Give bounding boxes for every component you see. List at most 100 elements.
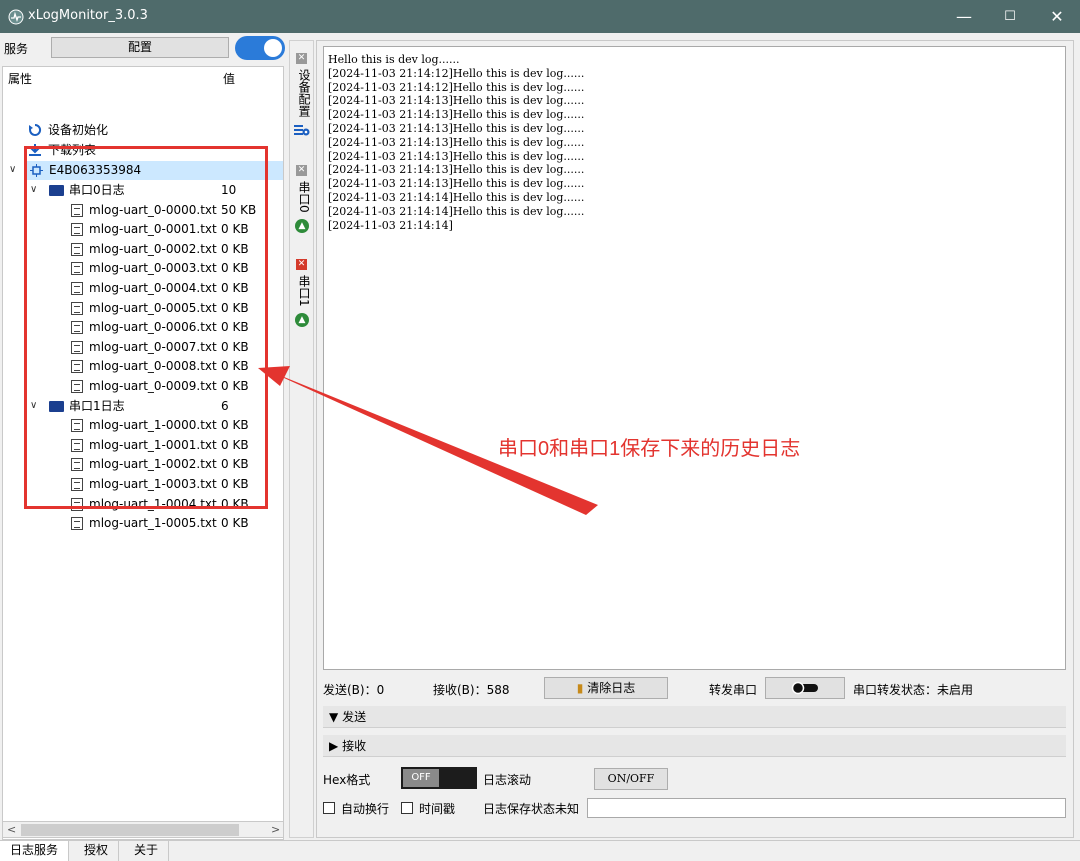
file-text-icon [71,282,83,295]
log-scroll-button[interactable]: ON/OFF [594,768,668,790]
file-name: mlog-uart_1-0001.txt [89,437,217,452]
app-logo-icon [8,9,24,25]
scroll-thumb[interactable] [21,824,239,836]
chevron-down-icon[interactable]: ∨ [9,164,16,175]
minimize-button[interactable]: — [941,0,987,33]
file-size: 0 KB [221,359,249,374]
file-text-icon [71,242,83,256]
tab-device-config[interactable]: ✕ 设备配置 [290,47,314,147]
send-section-header[interactable]: ▼ 发送 [323,706,1066,728]
tree-file-item[interactable]: mlog-uart_1-0004.txt 0 KB [3,495,283,514]
group-label: 串口1日志 [69,398,125,413]
tab-license[interactable]: 授权 [74,841,120,861]
tree-file-item[interactable]: mlog-uart_0-0002.txt 0 KB [3,240,283,259]
tab-uart1[interactable]: ✕ 串口1 ▲ [290,253,314,333]
timestamp-checkbox[interactable] [401,802,413,814]
toggle-knob [264,39,282,57]
log-line: [2024-11-03 21:14:14] [328,218,453,232]
tree-file-item[interactable]: mlog-uart_0-0005.txt 0 KB [3,299,283,318]
tree-file-item[interactable]: mlog-uart_0-0003.txt 0 KB [3,259,283,278]
save-path-field[interactable] [587,798,1066,818]
tab-log-service[interactable]: 日志服务 [0,841,70,861]
file-text-icon [71,517,83,531]
file-size: 0 KB [221,496,249,511]
tab-close-icon[interactable]: ✕ [296,53,307,64]
expand-down-icon: ▼ [329,710,339,724]
tree-file-item[interactable]: mlog-uart_1-0001.txt 0 KB [3,436,283,455]
tree-file-item[interactable]: mlog-uart_1-0000.txt 0 KB [3,416,283,435]
connect-up-icon[interactable]: ▲ [295,219,309,233]
annotation-text: 串口0和串口1保存下来的历史日志 [498,438,801,460]
service-label: 服务 [4,42,29,56]
tree-item-device[interactable]: E4B063353984 [25,161,283,180]
file-size: 0 KB [221,300,249,315]
log-output[interactable]: Hello this is dev log...... [2024-11-03 2… [323,46,1066,670]
file-size: 0 KB [221,437,249,452]
log-line: Hello this is dev log...... [328,53,460,66]
tree-item-label: 设备初始化 [48,123,109,137]
log-line: [2024-11-03 21:14:14]Hello this is dev l… [328,190,585,204]
tree-file-item[interactable]: mlog-uart_0-0004.txt 0 KB [3,279,283,298]
hex-format-toggle[interactable]: OFF [401,767,477,789]
tab-close-icon[interactable]: ✕ [296,165,307,176]
file-size: 0 KB [221,418,249,433]
file-text-icon [71,478,83,491]
auto-wrap-checkbox[interactable] [323,802,335,814]
file-text-icon [71,438,83,452]
tree-file-item[interactable]: mlog-uart_0-0007.txt 0 KB [3,338,283,357]
log-line: [2024-11-03 21:14:14]Hello this is dev l… [328,204,585,218]
scroll-right-icon[interactable]: > [271,822,280,837]
log-line: [2024-11-03 21:14:13]Hello this is dev l… [328,135,585,149]
config-button[interactable]: 配置 [51,37,229,58]
log-line: [2024-11-03 21:14:13]Hello this is dev l… [328,108,585,122]
file-text-icon [71,223,83,237]
tree-file-item[interactable]: mlog-uart_0-0006.txt 0 KB [3,318,283,337]
tree-group-uart1[interactable]: 串口1日志 6 [3,397,283,416]
forward-uart-toggle[interactable] [765,677,845,699]
file-name: mlog-uart_0-0001.txt [89,222,217,237]
send-section-label: 发送 [342,710,367,724]
tab-about[interactable]: 关于 [124,841,170,861]
tree-group-uart0[interactable]: 串口0日志 10 [3,181,283,200]
file-text-icon [71,340,83,354]
tree-file-item[interactable]: mlog-uart_1-0005.txt 0 KB [3,514,283,533]
tree-file-item[interactable]: mlog-uart_1-0003.txt 0 KB [3,475,283,494]
refresh-icon [29,123,42,136]
chip-icon [30,164,43,177]
file-size: 0 KB [221,457,249,472]
tree-file-item[interactable]: mlog-uart_0-0009.txt 0 KB [3,377,283,396]
connect-up-icon[interactable]: ▲ [295,313,309,327]
service-toggle[interactable] [235,36,285,60]
close-button[interactable]: ✕ [1034,0,1080,33]
timestamp-label: 时间戳 [419,802,456,816]
tab-close-icon[interactable]: ✕ [296,259,307,270]
log-line: [2024-11-03 21:14:13]Hello this is dev l… [328,149,585,163]
log-line: [2024-11-03 21:14:13]Hello this is dev l… [328,121,585,135]
sent-bytes: 发送(B)：0 [323,683,385,697]
tree-file-item[interactable]: mlog-uart_0-0001.txt 0 KB [3,220,283,239]
tab-uart0[interactable]: ✕ 串口0 ▲ [290,159,314,239]
tree-item-download-list[interactable]: 下载列表 [3,141,283,160]
tab-label: 串口0 [297,181,311,213]
file-name: mlog-uart_0-0006.txt [89,320,217,335]
tree-file-item[interactable]: mlog-uart_1-0002.txt 0 KB [3,455,283,474]
horizontal-scrollbar[interactable]: < > [2,821,284,838]
property-tree[interactable]: 属性 值 设备初始化 下载列表 E4B063353984 ∨ ∨ 串口0日志 1… [2,66,284,840]
file-name: mlog-uart_1-0003.txt [89,477,217,491]
file-text-icon [71,497,83,511]
tree-file-item[interactable]: mlog-uart_0-0008.txt 0 KB [3,357,283,376]
tree-item-device-init[interactable]: 设备初始化 [3,121,283,140]
file-size: 0 KB [221,320,249,335]
tree-header-attr: 属性 [8,72,33,86]
maximize-button[interactable]: ☐ [987,0,1033,33]
scroll-left-icon[interactable]: < [7,822,16,837]
clear-log-button[interactable]: ▮ 清除日志 [544,677,668,699]
tree-item-label: 下载列表 [48,143,97,157]
download-icon [29,144,41,156]
receive-section-label: 接收 [342,739,367,753]
forward-status: 串口转发状态：未启用 [853,683,974,697]
file-size: 0 KB [221,379,249,393]
file-size: 0 KB [221,241,249,256]
tree-file-item[interactable]: mlog-uart_0-0000.txt 50 KB [3,201,283,220]
receive-section-header[interactable]: ▶ 接收 [323,735,1066,757]
